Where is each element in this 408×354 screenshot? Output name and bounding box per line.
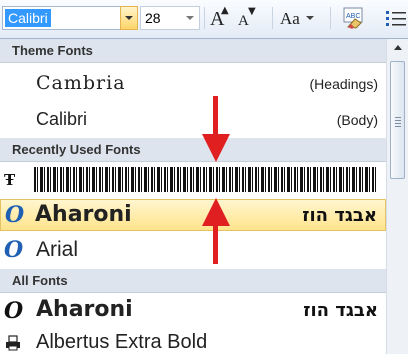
font-size-combobox[interactable]: 28 — [140, 6, 200, 30]
section-title: Theme Fonts — [12, 43, 93, 58]
section-header-all-fonts: All Fonts — [0, 269, 386, 293]
section-title: All Fonts — [12, 273, 68, 288]
bullet-list-icon — [386, 11, 406, 26]
bullets-button[interactable] — [384, 5, 408, 31]
font-item-barcode[interactable]: Ŧ — [0, 165, 386, 195]
grip-line — [395, 126, 401, 127]
font-name-label: Aharoni — [36, 297, 133, 322]
up-arrow-icon: ▲ — [221, 5, 229, 16]
clear-formatting-label: ABC — [346, 13, 360, 20]
font-name-label: Cambria — [36, 72, 126, 94]
ribbon-toolbar: Calibri 28 A ▲ A ▼ Aa ABC — [0, 0, 408, 38]
font-item-calibri[interactable]: Calibri (Body) — [0, 104, 386, 136]
toolbar-divider — [330, 7, 331, 29]
font-name-label: Aharoni — [35, 202, 132, 227]
font-item-aharoni[interactable]: O Aharoni אבגד הוז — [0, 295, 386, 327]
scroll-thumb[interactable] — [390, 61, 405, 179]
chevron-down-icon — [306, 16, 314, 20]
barcode-font-preview — [34, 167, 376, 192]
font-item-cambria[interactable]: Cambria (Headings) — [0, 69, 386, 101]
toolbar-divider — [204, 7, 205, 29]
shrink-font-button[interactable]: A ▼ — [235, 5, 257, 31]
font-script-preview: אבגד הוז — [303, 300, 378, 321]
font-role-label: (Headings) — [309, 76, 378, 92]
grow-font-button[interactable]: A ▲ — [208, 5, 230, 31]
truetype-icon: Ŧ — [4, 171, 16, 189]
clear-formatting-button[interactable]: ABC — [340, 5, 368, 31]
grip-line — [395, 123, 401, 124]
opentype-icon: O — [5, 202, 25, 228]
change-case-button[interactable]: Aa — [278, 5, 318, 31]
font-role-label: (Body) — [336, 112, 378, 128]
font-size-dropdown-button[interactable] — [183, 7, 197, 29]
grip-line — [395, 120, 401, 121]
font-size-input[interactable]: 28 — [145, 10, 161, 26]
font-item-arial[interactable]: O Arial — [0, 234, 386, 266]
section-title: Recently Used Fonts — [12, 142, 141, 157]
font-name-dropdown-button[interactable] — [120, 6, 138, 30]
font-name-input[interactable]: Calibri — [5, 9, 51, 27]
opentype-icon: O — [4, 237, 24, 263]
font-name-label: Arial — [36, 238, 79, 261]
down-arrow-icon: ▼ — [248, 6, 256, 17]
chevron-down-icon — [125, 16, 133, 20]
font-name-combobox[interactable]: Calibri — [2, 6, 138, 30]
font-item-aharoni-recent[interactable]: O Aharoni אבגד הוז — [0, 199, 386, 231]
section-header-theme-fonts: Theme Fonts — [0, 39, 386, 63]
annotation-arrow-up — [202, 198, 230, 264]
font-script-preview: אבגד הוז — [302, 205, 377, 226]
font-item-albertus-extra-bold[interactable]: Albertus Extra Bold — [0, 329, 386, 354]
change-case-icon: Aa — [280, 9, 300, 28]
font-name-label: Albertus Extra Bold — [36, 331, 208, 353]
chevron-down-icon — [186, 16, 194, 20]
grip-line — [395, 117, 401, 118]
scroll-up-button[interactable] — [390, 41, 406, 55]
chevron-up-icon — [394, 45, 402, 50]
clear-formatting-icon: ABC — [343, 7, 363, 29]
annotation-arrow-down — [202, 96, 230, 162]
printer-font-icon — [6, 335, 20, 351]
font-name-label: Calibri — [36, 109, 88, 129]
toolbar-divider — [272, 7, 273, 29]
section-header-recent-fonts: Recently Used Fonts — [0, 138, 386, 162]
font-list: Theme Fonts Cambria (Headings) Calibri (… — [0, 39, 386, 354]
vertical-scrollbar[interactable] — [386, 39, 408, 354]
opentype-icon: O — [4, 298, 24, 324]
